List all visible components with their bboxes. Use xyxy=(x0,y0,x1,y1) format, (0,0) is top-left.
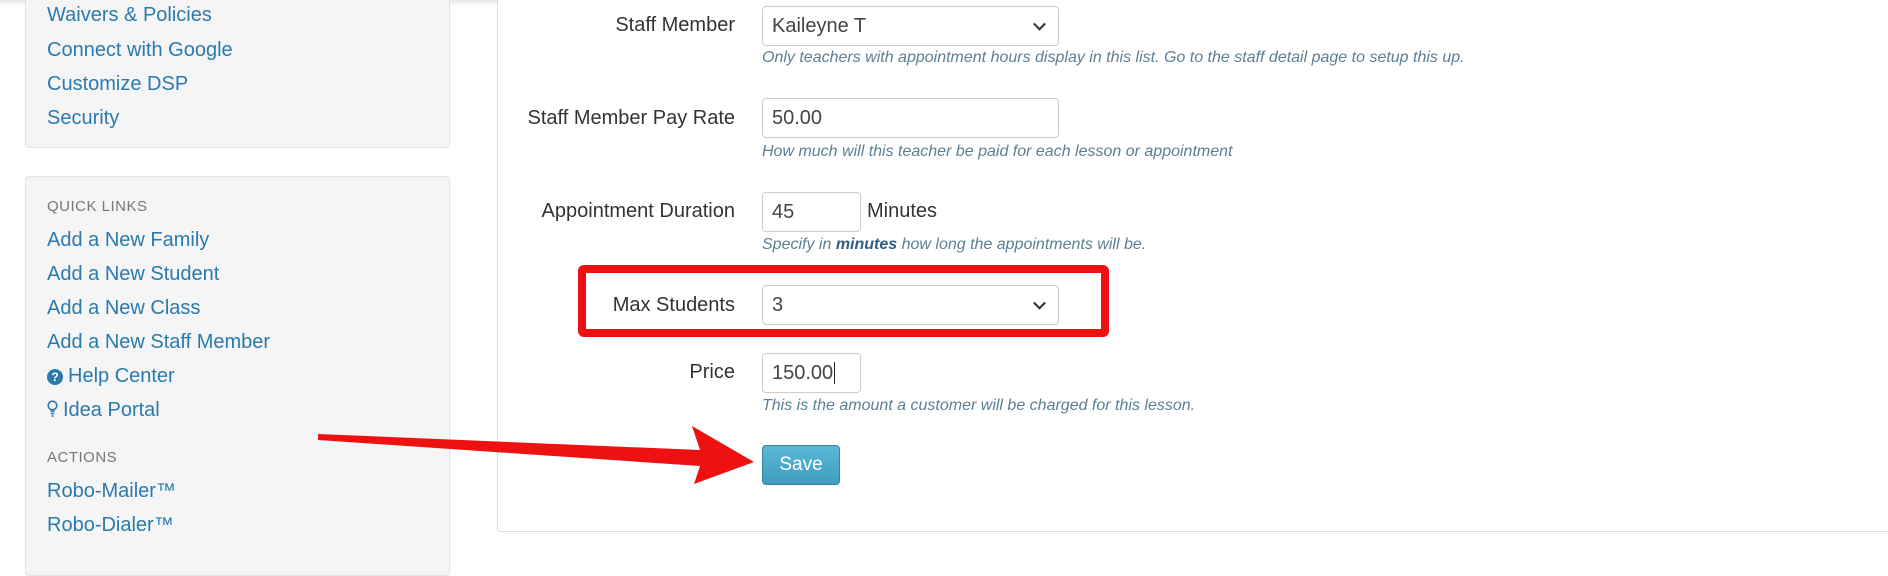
annotation-arrow-icon xyxy=(318,426,754,484)
